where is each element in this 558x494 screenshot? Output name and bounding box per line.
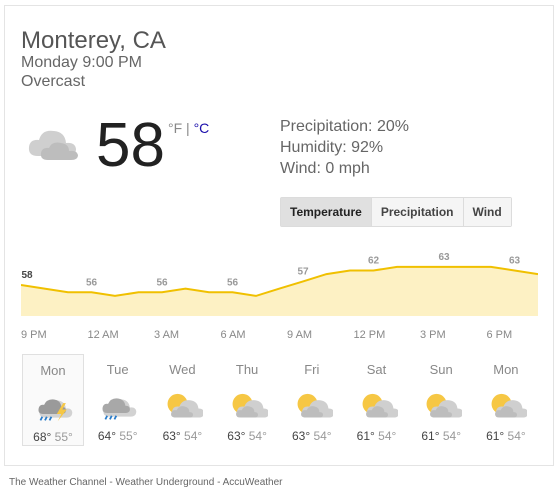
cloudy-icon (24, 118, 84, 162)
temperature-data-label: 56 (86, 277, 98, 288)
hour-label: 12 PM (353, 329, 386, 341)
forecast-low: 54° (245, 429, 267, 443)
precipitation-label: Precipitation: 20% (280, 118, 409, 135)
celsius-toggle[interactable]: °C (194, 120, 210, 136)
tab-precipitation[interactable]: Precipitation (370, 198, 463, 226)
hour-label: 6 PM (486, 329, 513, 341)
forecast-day-wed-2[interactable]: Wed 63° 54° (151, 354, 213, 446)
forecast-day-thu-3[interactable]: Thu 63° 54° (216, 354, 278, 446)
temperature-data-label: 56 (156, 277, 168, 288)
forecast-high: 61° (421, 429, 440, 443)
forecast-day-sat-5[interactable]: Sat 61° 54° (346, 354, 408, 446)
forecast-high: 64° (97, 429, 117, 443)
forecast-low: 55° (51, 430, 73, 444)
forecast-day-label: Fri (304, 362, 320, 377)
location-title: Monterey, CA (21, 27, 166, 54)
tab-temperature[interactable]: Temperature (281, 198, 371, 226)
forecast-high: 68° (33, 430, 52, 444)
forecast-temps: 61° 54° (475, 429, 537, 443)
forecast-low: 54° (439, 429, 461, 443)
partly-cloudy-icon (293, 384, 334, 422)
hour-label: 9 PM (21, 329, 47, 341)
forecast-temps: 68° 55° (23, 430, 83, 444)
forecast-temps: 63° 54° (281, 429, 343, 443)
forecast-temps: 61° 54° (410, 429, 472, 443)
chart-tabs: Temperature Precipitation Wind (280, 197, 512, 227)
forecast-day-label: Sat (366, 362, 387, 377)
temperature-data-label: 57 (297, 266, 309, 277)
forecast-low: 54° (180, 429, 203, 443)
datetime-label: Monday 9:00 PM (21, 54, 142, 71)
forecast-day-label: Sun (429, 362, 453, 377)
partly-cloudy-icon (228, 384, 270, 422)
fahrenheit-toggle[interactable]: °F (168, 120, 182, 136)
forecast-high: 63° (162, 429, 181, 443)
condition-label: Overcast (21, 73, 86, 90)
temperature-chart: 58 56 56 56 57 62 63 63 (21, 252, 538, 316)
hour-label: 9 AM (287, 329, 313, 341)
partly-cloudy-icon (487, 384, 528, 422)
forecast-temps: 63° 54° (151, 429, 213, 443)
hour-label: 6 AM (220, 329, 246, 341)
forecast-day-label: Mon (493, 362, 519, 377)
forecast-high: 63° (291, 429, 311, 443)
current-temperature: 58 (96, 111, 165, 180)
weather-details: Precipitation: 20% Humidity: 92% Wind: 0… (280, 116, 409, 179)
temperature-data-label: 63 (438, 252, 450, 263)
hour-label: 3 AM (154, 329, 180, 341)
wind-label: Wind: 0 mph (280, 160, 370, 177)
forecast-low: 54° (310, 429, 332, 443)
partly-cloudy-icon (163, 384, 205, 422)
hour-label: 3 PM (420, 329, 446, 341)
tab-wind[interactable]: Wind (462, 198, 511, 226)
forecast-day-sun-6[interactable]: Sun 61° 54° (410, 354, 472, 446)
forecast-temps: 61° 54° (346, 429, 408, 443)
forecast-high: 63° (227, 429, 246, 443)
temperature-area (21, 266, 538, 316)
temperature-data-label: 58 (21, 270, 33, 281)
hour-label: 12 AM (87, 329, 119, 341)
forecast-day-fri-4[interactable]: Fri 63° 54° (281, 354, 343, 446)
forecast-day-label: Wed (169, 362, 196, 377)
forecast-day-label: Thu (235, 362, 259, 377)
temperature-data-label: 56 (227, 277, 239, 288)
partly-cloudy-icon (422, 384, 464, 422)
partly-cloudy-icon (358, 384, 399, 422)
forecast-low: 55° (116, 429, 138, 443)
forecast-low: 54° (504, 429, 526, 443)
humidity-label: Humidity: 92% (280, 139, 384, 156)
forecast-temps: 63° 54° (216, 429, 278, 443)
rain-cloud-icon (99, 384, 139, 422)
forecast-low: 54° (374, 429, 397, 443)
forecast-day-label: Tue (106, 362, 129, 377)
source-attribution[interactable]: The Weather Channel - Weather Undergroun… (9, 477, 282, 488)
forecast-day-mon-0[interactable]: Mon 68° 55° (22, 354, 84, 446)
temperature-data-label: 63 (509, 256, 521, 267)
forecast-day-tue-1[interactable]: Tue 64° 55° (87, 354, 149, 446)
forecast-high: 61° (356, 429, 375, 443)
forecast-day-mon-7[interactable]: Mon 61° 54° (475, 354, 537, 446)
unit-separator: | (182, 120, 194, 136)
forecast-high: 61° (486, 429, 505, 443)
thunderstorm-rain-icon (35, 385, 75, 423)
forecast-day-label: Mon (40, 363, 66, 378)
unit-toggle: °F | °C (168, 120, 209, 136)
forecast-temps: 64° 55° (87, 429, 149, 443)
temperature-data-label: 62 (368, 256, 380, 267)
